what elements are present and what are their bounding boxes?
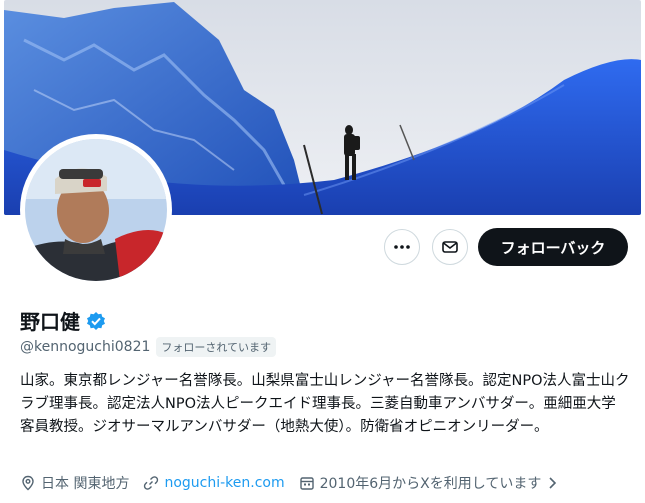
website[interactable]: noguchi-ken.com [143, 475, 285, 491]
profile-meta: 日本 関東地方 noguchi-ken.com 2010年6月からXを利用してい… [20, 473, 572, 493]
profile-bio: 山家。東京都レンジャー名誉隊長。山梨県富士山レンジャー名誉隊長。認定NPO法人富… [20, 373, 630, 435]
location: 日本 関東地方 [20, 473, 129, 493]
profile-avatar[interactable] [20, 134, 172, 286]
handle-row: @kennoguchi0821 フォローされています [20, 337, 277, 357]
follow-back-button[interactable]: フォローバック [478, 228, 628, 266]
chevron-right-icon [549, 477, 557, 489]
follows-you-badge: フォローされています [156, 337, 277, 357]
location-text: 日本 関東地方 [41, 476, 130, 492]
handle: @kennoguchi0821 [20, 339, 151, 355]
message-button[interactable] [432, 229, 468, 265]
more-button[interactable] [384, 229, 420, 265]
avatar-photo [25, 139, 167, 281]
mail-icon [442, 241, 458, 253]
link-icon [144, 476, 159, 490]
website-link[interactable]: noguchi-ken.com [164, 475, 284, 491]
joined-text: 2010年6月からXを利用しています [319, 476, 542, 492]
joined-date[interactable]: 2010年6月からXを利用しています [299, 473, 559, 493]
calendar-icon [299, 477, 314, 490]
name-row: 野口健 [20, 306, 106, 335]
display-name: 野口健 [20, 310, 80, 334]
more-icon [394, 245, 410, 249]
location-pin-icon [22, 475, 34, 491]
verified-badge-icon[interactable] [86, 311, 106, 331]
